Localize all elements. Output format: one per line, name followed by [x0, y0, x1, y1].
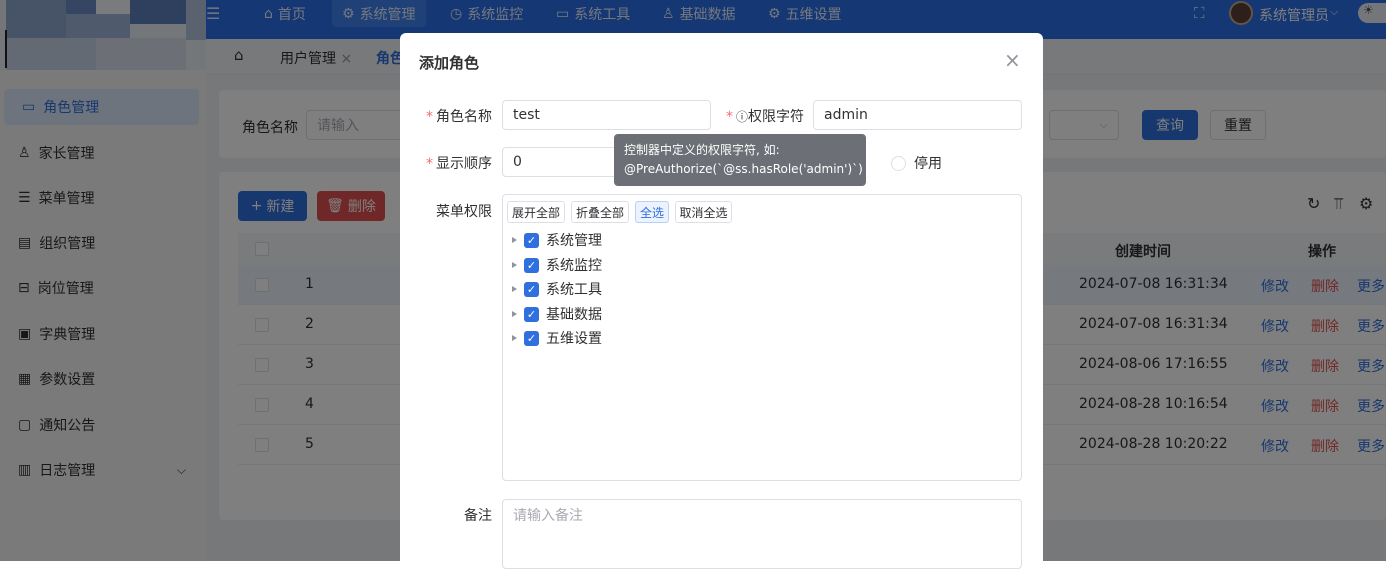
caret-right-icon[interactable] [512, 335, 517, 341]
status-disabled-radio[interactable]: 停用 [891, 153, 942, 173]
collapse-all-button[interactable]: 折叠全部 [571, 201, 629, 223]
perm-input[interactable]: admin [813, 100, 1022, 130]
checkbox-checked-icon[interactable]: ✓ [524, 281, 539, 297]
checkbox-checked-icon[interactable]: ✓ [524, 232, 539, 248]
tree-node[interactable]: ✓ 五维设置 [512, 328, 602, 348]
expand-all-button[interactable]: 展开全部 [507, 201, 565, 223]
radio-unchecked-icon [891, 155, 906, 171]
info-icon[interactable]: ⓘ [736, 110, 748, 124]
add-role-dialog: 添加角色 × *角色名称 test *ⓘ权限字符 admin *显示顺序 0 状… [400, 33, 1043, 573]
checkbox-checked-icon[interactable]: ✓ [524, 257, 539, 273]
close-icon[interactable]: × [1004, 50, 1021, 70]
caret-right-icon[interactable] [512, 262, 517, 268]
checkbox-checked-icon[interactable]: ✓ [524, 306, 539, 322]
deselect-all-button[interactable]: 取消全选 [675, 201, 732, 223]
checkbox-checked-icon[interactable]: ✓ [524, 330, 539, 346]
caret-right-icon[interactable] [512, 311, 517, 317]
tree-node[interactable]: ✓ 系统工具 [512, 279, 602, 299]
remark-textarea[interactable]: 请输入备注 [502, 499, 1022, 569]
role-name-label: * 角色名称 [426, 109, 492, 125]
select-all-button[interactable]: 全选 [635, 201, 669, 223]
dialog-title: 添加角色 [419, 54, 480, 72]
perm-tooltip: 控制器中定义的权限字符, 如: @PreAuthorize(`@ss.hasRo… [614, 134, 866, 186]
caret-right-icon[interactable] [512, 237, 517, 243]
tree-node[interactable]: ✓ 基础数据 [512, 304, 602, 324]
order-label: * 显示顺序 [426, 156, 492, 172]
perm-label: * ⓘ权限字符 [725, 109, 804, 125]
tree-node[interactable]: ✓ 系统监控 [512, 255, 602, 275]
caret-right-icon[interactable] [512, 286, 517, 292]
tree-node[interactable]: ✓ 系统管理 [512, 230, 602, 250]
role-name-input[interactable]: test [502, 100, 711, 130]
remark-label: 备注 [464, 508, 492, 524]
menu-perm-label: 菜单权限 [436, 204, 492, 220]
